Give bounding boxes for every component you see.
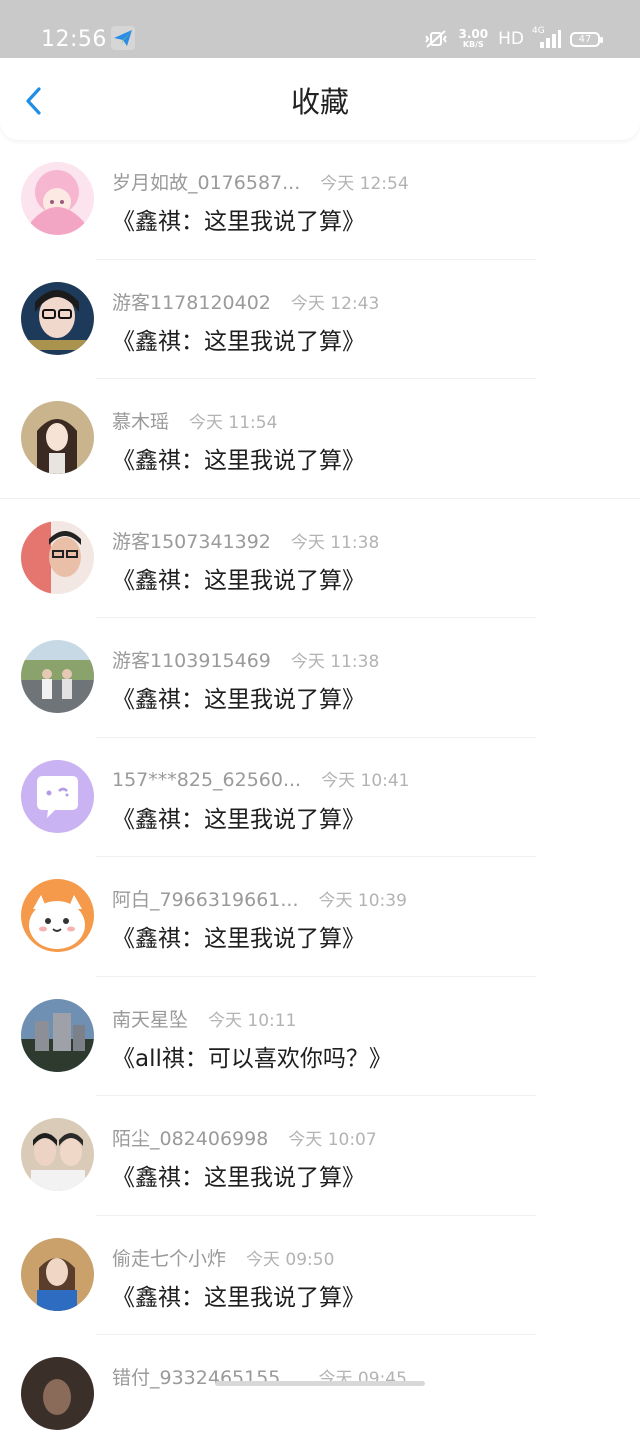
avatar[interactable] [21, 879, 94, 952]
vibrate-mute-icon [424, 30, 447, 48]
username: 南天星坠 [112, 1008, 189, 1031]
favorites-list: 岁月如故_0176587... 今天 12:54 《鑫祺：这里我说了算》 游客1… [0, 140, 640, 1455]
username: 慕木瑶 [112, 411, 170, 433]
list-item[interactable]: 慕木瑶 今天 11:54 《鑫祺：这里我说了算》 [0, 379, 640, 499]
item-meta: 南天星坠 今天 10:11 [112, 1005, 296, 1032]
timestamp: 今天 11:54 [189, 413, 278, 433]
story-title[interactable]: 《鑫祺：这里我说了算》 [112, 1158, 365, 1192]
item-meta: 157***825_62560... 今天 10:41 [112, 766, 410, 791]
item-meta: 游客1103915469 今天 11:38 [112, 646, 379, 673]
page-title: 收藏 [290, 85, 349, 119]
avatar[interactable] [21, 1237, 94, 1311]
username: 157***825_62560... [112, 768, 302, 791]
username: 岁月如故_0176587... [112, 172, 301, 194]
network-speed: 3.00 KB/S [458, 27, 489, 49]
list-item[interactable]: 岁月如故_0176587... 今天 12:54 《鑫祺：这里我说了算》 [0, 140, 640, 260]
story-title[interactable]: 《all祺：可以喜欢你吗？》 [112, 1039, 392, 1073]
battery-level: 47 [578, 33, 592, 45]
timestamp: 今天 11:38 [290, 652, 380, 672]
net-speed-unit: KB/S [462, 40, 484, 49]
avatar[interactable] [21, 640, 94, 713]
list-item[interactable]: 偷走七个小炸 今天 09:50 《鑫祺：这里我说了算》 [0, 1216, 640, 1335]
list-item[interactable]: 游客1178120402 今天 12:43 《鑫祺：这里我说了算》 [0, 260, 640, 379]
story-title[interactable]: 《鑫祺：这里我说了算》 [112, 800, 365, 834]
timestamp: 今天 10:07 [288, 1130, 377, 1150]
list-item[interactable]: 陌尘_082406998 今天 10:07 《鑫祺：这里我说了算》 [0, 1096, 640, 1216]
avatar[interactable] [21, 520, 94, 594]
list-item[interactable]: 游客1507341392 今天 11:38 《鑫祺：这里我说了算》 [0, 499, 640, 618]
story-title[interactable]: 《鑫祺：这里我说了算》 [112, 919, 365, 953]
home-indicator[interactable] [215, 1381, 425, 1386]
avatar[interactable] [21, 759, 94, 833]
list-item[interactable]: 阿白_7966319661... 今天 10:39 《鑫祺：这里我说了算》 [0, 857, 640, 977]
timestamp: 今天 10:11 [208, 1010, 297, 1031]
story-title[interactable]: 《鑫祺：这里我说了算》 [112, 322, 365, 356]
paper-plane-icon [111, 26, 135, 50]
status-time: 12:56 [41, 27, 107, 52]
status-bar: 12:56 3.00 KB/S HD 4G 47 [0, 0, 640, 58]
battery-icon: 47 [570, 31, 603, 47]
timestamp: 今天 10:41 [321, 770, 410, 791]
avatar[interactable] [21, 281, 94, 355]
avatar[interactable] [21, 162, 94, 235]
timestamp: 今天 12:43 [290, 293, 380, 314]
avatar[interactable] [21, 998, 94, 1072]
username: 陌尘_082406998 [112, 1128, 269, 1150]
signal-icon: 4G [532, 26, 561, 48]
item-meta: 岁月如故_0176587... 今天 12:54 [112, 168, 409, 195]
list-item[interactable]: 南天星坠 今天 10:11 《all祺：可以喜欢你吗？》 [0, 977, 640, 1096]
username: 游客1178120402 [112, 291, 271, 314]
status-indicators: 3.00 KB/S HD 4G 47 [423, 26, 603, 52]
item-meta: 阿白_7966319661... 今天 10:39 [112, 885, 407, 912]
story-title[interactable]: 《鑫祺：这里我说了算》 [112, 1278, 365, 1312]
item-meta: 慕木瑶 今天 11:54 [112, 407, 277, 434]
avatar[interactable] [21, 1118, 94, 1191]
username: 游客1103915469 [112, 650, 271, 672]
story-title[interactable]: 《鑫祺：这里我说了算》 [112, 441, 365, 475]
list-item[interactable]: 157***825_62560... 今天 10:41 《鑫祺：这里我说了算》 [0, 738, 640, 857]
username: 阿白_7966319661... [112, 889, 299, 911]
item-meta: 游客1178120402 今天 12:43 [112, 288, 379, 315]
nav-bar: 收藏 [0, 58, 640, 140]
avatar[interactable] [21, 1357, 94, 1430]
net-speed-value: 3.00 [458, 27, 489, 41]
story-title[interactable]: 《鑫祺：这里我说了算》 [112, 202, 365, 236]
list-item[interactable]: 游客1103915469 今天 11:38 《鑫祺：这里我说了算》 [0, 618, 640, 738]
username: 游客1507341392 [112, 530, 271, 553]
timestamp: 今天 12:54 [320, 174, 409, 194]
story-title[interactable]: 《鑫祺：这里我说了算》 [112, 561, 365, 595]
item-meta: 游客1507341392 今天 11:38 [112, 527, 379, 554]
timestamp: 今天 10:39 [318, 891, 407, 911]
item-meta: 陌尘_082406998 今天 10:07 [112, 1124, 377, 1151]
avatar[interactable] [21, 401, 94, 474]
timestamp: 今天 11:38 [290, 532, 380, 553]
username: 偷走七个小炸 [112, 1247, 227, 1270]
item-meta: 偷走七个小炸 今天 09:50 [112, 1244, 334, 1271]
story-title[interactable]: 《鑫祺：这里我说了算》 [112, 680, 365, 714]
network-type: 4G [532, 26, 545, 36]
timestamp: 今天 09:50 [246, 1249, 335, 1270]
list-item[interactable]: 错付_9332465155... 今天 09:45 [0, 1335, 640, 1455]
hd-indicator: HD [498, 29, 524, 49]
